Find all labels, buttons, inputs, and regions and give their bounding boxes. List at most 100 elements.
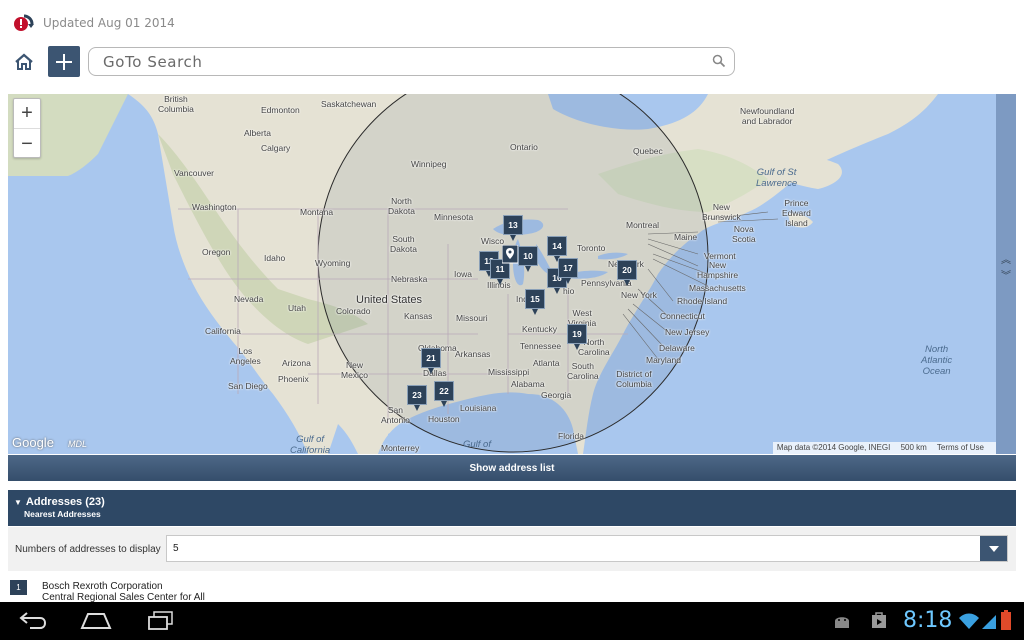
zoom-control: + −	[13, 98, 41, 158]
label-calgary: Calgary	[261, 143, 291, 153]
search-icon[interactable]	[712, 54, 726, 68]
address-count-select[interactable]: 5	[166, 535, 1008, 562]
label-kentucky: Kentucky	[522, 324, 557, 334]
map-attribution: Map data ©2014 Google, INEGI 500 km Term…	[772, 442, 996, 454]
label-saskatchewan: Saskatchewan	[321, 99, 377, 109]
add-button[interactable]	[48, 46, 80, 77]
home-nav-icon[interactable]	[80, 610, 112, 630]
addresses-title-text: Addresses (23)	[25, 496, 105, 508]
label-south-carolina: South Carolina	[567, 361, 599, 381]
label-missouri: Missouri	[456, 313, 488, 323]
expand-panel-icon[interactable]: ︽ ︾	[1000, 256, 1012, 287]
label-phoenix: Phoenix	[278, 374, 309, 384]
wifi-icon	[959, 613, 979, 629]
label-florida: Florida	[558, 431, 584, 441]
map-pin[interactable]: 19	[567, 324, 587, 350]
result-number-badge[interactable]: 1	[10, 580, 27, 595]
map-pin[interactable]: 22	[434, 381, 454, 407]
caret-down-icon: ▼	[14, 498, 22, 507]
label-san-antonio: San Antonio	[381, 405, 410, 425]
label-utah: Utah	[288, 303, 306, 313]
label-massachusetts: Massachusetts	[689, 283, 746, 293]
google-logo: Google	[12, 435, 54, 450]
label-nova-scotia: Nova Scotia	[732, 224, 756, 244]
label-maine: Maine	[674, 232, 698, 242]
signal-icon	[982, 615, 996, 629]
label-tennessee: Tennessee	[520, 341, 562, 351]
android-debug-icon	[835, 617, 849, 628]
label-mississippi: Mississippi	[488, 367, 530, 377]
label-district-of-columbia: District of Columbia	[616, 369, 652, 389]
label-washington: Washington	[192, 202, 237, 212]
label-oregon: Oregon	[202, 247, 231, 257]
search-box[interactable]	[88, 47, 735, 76]
label-maryland: Maryland	[646, 355, 681, 365]
label-connecticut: Connecticut	[660, 311, 705, 321]
label-idaho: Idaho	[264, 253, 286, 263]
status-clock: 8:18	[903, 608, 953, 633]
search-input[interactable]	[103, 52, 703, 72]
addresses-subtitle: Nearest Addresses	[24, 509, 101, 519]
label-edmonton: Edmonton	[261, 105, 300, 115]
address-count-value: 5	[173, 543, 179, 554]
label-newfoundland: Newfoundland and Labrador	[740, 106, 795, 126]
map-pin[interactable]: 10	[518, 246, 538, 272]
map-scale: 500 km	[900, 443, 927, 452]
label-georgia: Georgia	[541, 390, 572, 400]
map-pin[interactable]: 23	[407, 385, 427, 411]
map-pin[interactable]: 15	[525, 289, 545, 315]
show-address-list-button[interactable]: Show address list	[8, 455, 1016, 481]
mdl-logo: MDL	[68, 439, 88, 449]
map-view[interactable]: British Columbia Edmonton Saskatchewan A…	[8, 94, 1016, 454]
label-alabama: Alabama	[511, 379, 545, 389]
back-icon[interactable]	[18, 610, 48, 630]
label-los-angeles: Los Angeles	[230, 346, 261, 366]
label-nebraska: Nebraska	[391, 274, 428, 284]
map-pin[interactable]: 20	[617, 260, 637, 286]
label-new-jersey: New Jersey	[665, 327, 710, 337]
label-arizona: Arizona	[282, 358, 311, 368]
home-button[interactable]	[11, 49, 37, 75]
addresses-title: ▼ Addresses (23)	[14, 496, 1016, 508]
label-quebec: Quebec	[633, 146, 663, 156]
map-pin[interactable]: 13	[503, 215, 523, 241]
label-new-hampshire: New Hampshire	[697, 260, 739, 280]
label-south-dakota: South Dakota	[390, 234, 417, 254]
map-pin[interactable]: 21	[421, 348, 441, 374]
label-ontario: Ontario	[510, 142, 538, 152]
terms-link[interactable]: Terms of Use	[937, 443, 984, 452]
label-montana: Montana	[300, 207, 334, 217]
app-screen: Updated Aug 01 2014 GoTo Search British …	[0, 0, 1024, 640]
chevron-down-icon	[988, 545, 999, 552]
label-toronto: Toronto	[577, 243, 606, 253]
dropdown-arrow-icon[interactable]	[980, 536, 1007, 561]
recent-apps-icon[interactable]	[146, 610, 176, 630]
home-icon	[15, 53, 33, 70]
label-winnipeg: Winnipeg	[411, 159, 447, 169]
label-north-atlantic-ocean: North Atlantic Ocean	[921, 344, 953, 377]
attribution-text: Map data ©2014 Google, INEGI	[776, 443, 891, 452]
result-name[interactable]: Bosch Rexroth Corporation	[42, 581, 163, 592]
label-british-columbia: British Columbia	[158, 94, 194, 114]
system-nav-bar: 8:18	[0, 602, 1024, 640]
label-nevada: Nevada	[234, 294, 264, 304]
label-montreal: Montreal	[626, 220, 660, 230]
zoom-out-button[interactable]: −	[14, 129, 40, 159]
map-pin[interactable]: 14	[547, 236, 567, 262]
current-location-icon[interactable]	[502, 245, 518, 265]
play-store-icon	[872, 612, 886, 628]
updated-date-text: Updated Aug 01 2014	[43, 16, 175, 30]
label-north-dakota: North Dakota	[388, 196, 415, 216]
map-pin[interactable]: 17	[558, 258, 578, 284]
label-rhode-island: Rhode Island	[677, 296, 728, 306]
zoom-in-button[interactable]: +	[14, 99, 40, 129]
address-count-label: Numbers of addresses to display	[15, 544, 161, 555]
label-iowa: Iowa	[454, 269, 472, 279]
label-gulf-mexico: Gulf of	[463, 439, 491, 450]
label-gulf-st-lawrence: Gulf of St Lawrence	[756, 167, 798, 189]
addresses-header[interactable]: ▼ Addresses (23) Nearest Addresses	[8, 490, 1016, 526]
label-california: California	[205, 326, 241, 336]
label-houston: Houston	[428, 414, 460, 424]
label-gulf-california: Gulf of California	[290, 434, 331, 454]
label-new-mexico: New Mexico	[341, 360, 368, 380]
